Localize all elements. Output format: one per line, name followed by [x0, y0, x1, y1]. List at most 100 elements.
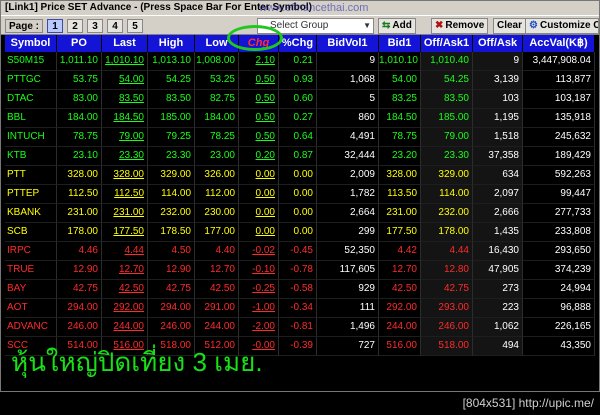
table-row[interactable]: AOT 294.00 292.00 294.00 291.00 -1.00 -0.34 111…	[5, 299, 595, 318]
cell-chg: 0.00	[239, 223, 279, 242]
cell-low: 42.50	[195, 280, 239, 299]
remove-button[interactable]: ✖ Remove	[431, 18, 489, 34]
column-header-accval[interactable]: AccVal(K฿)	[523, 35, 595, 52]
cell-pct-chg: 0.87	[279, 147, 317, 166]
cell-symbol[interactable]: PTTGC	[5, 71, 57, 90]
cell-high: 185.00	[148, 109, 195, 128]
window-titlebar[interactable]: [Link1] Price SET Advance - (Press Space…	[1, 1, 599, 15]
table-row[interactable]: KBANK 231.00 231.00 232.00 230.00 0.00 0.00 2,6…	[5, 204, 595, 223]
cell-off-ask: 47,905	[473, 261, 523, 280]
table-row[interactable]: INTUCH 78.75 79.00 79.25 78.25 0.50 0.64 4,491 7…	[5, 128, 595, 147]
add-button[interactable]: ⇆ Add	[378, 18, 416, 34]
cell-bid1: 83.25	[379, 90, 421, 109]
cell-symbol[interactable]: ADVANC	[5, 318, 57, 337]
cell-symbol[interactable]: PTT	[5, 166, 57, 185]
cell-low: 23.00	[195, 147, 239, 166]
table-row[interactable]: S50M15 1,011.10 1,010.10 1,013.10 1,008.00 2.…	[5, 52, 595, 71]
cell-last: 292.00	[102, 299, 148, 318]
table-row[interactable]: DTAC 83.00 83.50 83.50 82.75 0.50 0.60 5 83.25 83…	[5, 90, 595, 109]
column-header-off-ask[interactable]: Off/Ask	[473, 35, 523, 52]
cell-off-ask1: 79.00	[421, 128, 473, 147]
page-button-4[interactable]: 4	[107, 19, 123, 33]
table-row[interactable]: ADVANC 246.00 244.00 246.00 244.00 -2.00 -0.81…	[5, 318, 595, 337]
page-button-3[interactable]: 3	[87, 19, 103, 33]
table-row[interactable]: PTT 328.00 328.00 329.00 326.00 0.00 0.00 2,009…	[5, 166, 595, 185]
chevron-down-icon: ▼	[363, 21, 371, 30]
cell-accval: 374,239	[523, 261, 595, 280]
cell-chg: 0.00	[239, 185, 279, 204]
cell-off-ask: 273	[473, 280, 523, 299]
table-row[interactable]: PTTGC 53.75 54.00 54.25 53.25 0.50 0.93 1,068 54…	[5, 71, 595, 90]
cell-bid1: 12.70	[379, 261, 421, 280]
table-row[interactable]: KTB 23.10 23.30 23.30 23.00 0.20 0.87 32,444 23.…	[5, 147, 595, 166]
cell-pct-chg: -0.81	[279, 318, 317, 337]
table-row[interactable]: BAY 42.75 42.50 42.75 42.50 -0.25 -0.58 929 42.5…	[5, 280, 595, 299]
cell-po: 184.00	[57, 109, 102, 128]
cell-low: 291.00	[195, 299, 239, 318]
cell-accval: 113,877	[523, 71, 595, 90]
cell-off-ask: 9	[473, 52, 523, 71]
cell-symbol[interactable]: TRUE	[5, 261, 57, 280]
cell-off-ask1: 114.00	[421, 185, 473, 204]
cell-off-ask1: 12.80	[421, 261, 473, 280]
cell-bid1: 23.20	[379, 147, 421, 166]
cell-low: 53.25	[195, 71, 239, 90]
column-header-bid1[interactable]: Bid1	[379, 35, 421, 52]
cell-po: 83.00	[57, 90, 102, 109]
cell-po: 112.50	[57, 185, 102, 204]
cell-po: 1,011.10	[57, 52, 102, 71]
table-row[interactable]: IRPC 4.46 4.44 4.50 4.40 -0.02 -0.45 52,350 4.42…	[5, 242, 595, 261]
cell-symbol[interactable]: INTUCH	[5, 128, 57, 147]
cell-symbol[interactable]: DTAC	[5, 90, 57, 109]
cell-low: 4.40	[195, 242, 239, 261]
cell-low: 112.00	[195, 185, 239, 204]
cell-off-ask1: 518.00	[421, 337, 473, 356]
column-header-last[interactable]: Last	[102, 35, 148, 52]
column-header-symbol[interactable]: Symbol	[5, 35, 57, 52]
toolbar: Page : 1 2 3 4 5 Select Group ▼ ⇆ Add ✖ Re…	[1, 15, 599, 35]
column-header-high[interactable]: High	[148, 35, 195, 52]
column-header-pct-chg[interactable]: %Chg	[279, 35, 317, 52]
cell-off-ask: 494	[473, 337, 523, 356]
cell-bid1: 113.50	[379, 185, 421, 204]
cell-last: 184.50	[102, 109, 148, 128]
cell-symbol[interactable]: BAY	[5, 280, 57, 299]
page-button-5[interactable]: 5	[127, 19, 143, 33]
cell-last: 79.00	[102, 128, 148, 147]
chg-highlight-circle	[227, 25, 283, 51]
cell-symbol[interactable]: PTTEP	[5, 185, 57, 204]
select-group-value: Select Group	[270, 20, 329, 31]
column-header-bidvol1[interactable]: BidVol1	[317, 35, 379, 52]
column-header-off-ask1[interactable]: Off/Ask1	[421, 35, 473, 52]
cell-chg: -0.02	[239, 242, 279, 261]
page-button-2[interactable]: 2	[67, 19, 83, 33]
cell-off-ask1: 42.75	[421, 280, 473, 299]
cell-symbol[interactable]: KTB	[5, 147, 57, 166]
cell-off-ask1: 23.30	[421, 147, 473, 166]
cell-symbol[interactable]: SCB	[5, 223, 57, 242]
table-row[interactable]: SCB 178.00 177.50 178.50 177.00 0.00 0.00 299 17…	[5, 223, 595, 242]
cell-accval: 135,918	[523, 109, 595, 128]
clear-button[interactable]: Clear	[493, 18, 527, 34]
cell-accval: 245,632	[523, 128, 595, 147]
cell-symbol[interactable]: IRPC	[5, 242, 57, 261]
page-button-1[interactable]: 1	[47, 19, 63, 33]
table-row[interactable]: PTTEP 112.50 112.50 114.00 112.00 0.00 0.00 1,7…	[5, 185, 595, 204]
cell-off-ask1: 293.00	[421, 299, 473, 318]
column-header-po[interactable]: PO	[57, 35, 102, 52]
cell-accval: 43,350	[523, 337, 595, 356]
cell-high: 23.30	[148, 147, 195, 166]
customize-col-button[interactable]: ⚙Customize Col	[525, 18, 599, 34]
cell-off-ask: 3,139	[473, 71, 523, 90]
cell-symbol[interactable]: S50M15	[5, 52, 57, 71]
cell-chg: 0.50	[239, 128, 279, 147]
table-row[interactable]: BBL 184.00 184.50 185.00 184.00 0.50 0.27 860 18…	[5, 109, 595, 128]
cell-symbol[interactable]: BBL	[5, 109, 57, 128]
remove-button-label: Remove	[445, 20, 485, 31]
cell-off-ask1: 178.00	[421, 223, 473, 242]
remove-icon: ✖	[435, 20, 444, 31]
cell-po: 294.00	[57, 299, 102, 318]
cell-symbol[interactable]: KBANK	[5, 204, 57, 223]
cell-symbol[interactable]: AOT	[5, 299, 57, 318]
table-row[interactable]: TRUE 12.90 12.70 12.90 12.70 -0.10 -0.78 117,60…	[5, 261, 595, 280]
